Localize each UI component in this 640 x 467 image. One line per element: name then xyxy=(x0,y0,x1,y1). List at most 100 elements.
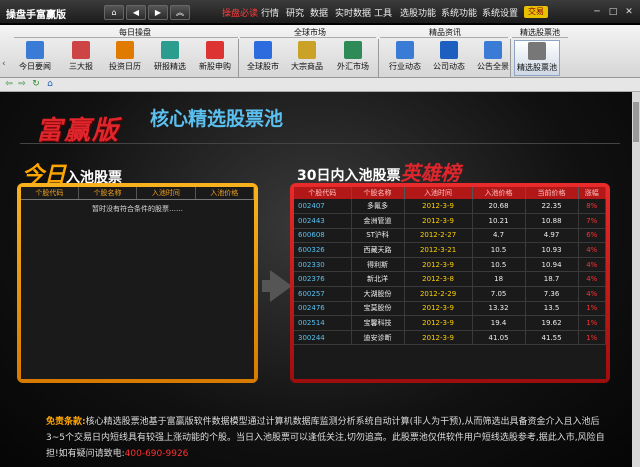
column-header[interactable]: 个股名称 xyxy=(78,187,138,200)
toolbar-button-label: 外汇市场 xyxy=(337,62,369,71)
table-cell: 22.35 xyxy=(525,199,579,215)
hero-heading-small: 30日内入池股票 xyxy=(297,168,401,184)
column-header[interactable]: 入池价格 xyxy=(195,187,254,200)
column-header[interactable]: 入池价格 xyxy=(472,187,526,199)
toolbar-button-11[interactable]: 精选股票池 xyxy=(514,40,560,76)
toolbar-button-label: 公司动态 xyxy=(433,62,465,71)
table-cell: 600326 xyxy=(294,242,352,258)
toolbar-button-6[interactable]: 大宗商品 xyxy=(284,40,330,76)
industry-icon xyxy=(396,41,414,59)
report-icon xyxy=(72,41,90,59)
close-icon[interactable]: ✕ xyxy=(622,6,636,18)
table-cell: 002407 xyxy=(294,199,352,215)
forward-arrow-icon[interactable]: ▶ xyxy=(148,5,168,20)
trade-badge-button[interactable]: 交易 xyxy=(524,6,548,18)
table-cell: 002330 xyxy=(294,257,352,273)
table-cell: 2012-3-9 xyxy=(404,315,473,331)
table-row[interactable]: 600608 ST沪科 2012-2-27 4.7 4.97 6% xyxy=(294,228,606,244)
toolbar-button-label: 研报精选 xyxy=(154,62,186,71)
group-divider xyxy=(240,37,376,38)
column-header[interactable]: 入池时间 xyxy=(136,187,196,200)
company-icon xyxy=(440,41,458,59)
table-cell: 600608 xyxy=(294,228,352,244)
home-page-icon[interactable]: ⌂ xyxy=(44,79,56,90)
forward-icon[interactable]: ⇨ xyxy=(16,79,28,90)
commodity-icon xyxy=(298,41,316,59)
column-header[interactable]: 个股代码 xyxy=(294,187,352,199)
toolbar-button-4[interactable]: 新股申购 xyxy=(192,40,238,76)
table-cell: 得利斯 xyxy=(351,257,405,273)
table-cell: 002443 xyxy=(294,213,352,229)
menu-item-1[interactable]: 行情 xyxy=(261,6,279,19)
menu-item-8[interactable]: 系统设置 xyxy=(482,6,518,19)
disclaimer-phone: 400-690-9926 xyxy=(124,449,189,459)
table-cell: 4% xyxy=(578,286,606,302)
table-row[interactable]: 600326 西藏天路 2012-3-21 10.5 10.93 4% xyxy=(294,242,606,258)
toolbar-scroll-left-icon[interactable]: ‹ xyxy=(2,59,12,79)
toolbar-separator xyxy=(238,39,239,77)
column-header[interactable]: 入池时间 xyxy=(404,187,473,199)
table-cell: 41.05 xyxy=(472,330,526,346)
toolbar-button-label: 大宗商品 xyxy=(291,62,323,71)
group-divider xyxy=(14,37,238,38)
menu-item-7[interactable]: 系统功能 xyxy=(441,6,477,19)
table-cell: 1% xyxy=(578,301,606,317)
menu-item-5[interactable]: 工具 xyxy=(374,6,392,19)
menu-item-0[interactable]: 操盘必读 xyxy=(222,6,258,19)
table-row[interactable]: 002443 金洲管道 2012-3-9 10.21 10.88 7% xyxy=(294,213,606,229)
menu-item-6[interactable]: 选股功能 xyxy=(400,6,436,19)
table-row[interactable]: 002376 新北洋 2012-3-8 18 18.7 4% xyxy=(294,271,606,288)
table-cell: 2012-2-29 xyxy=(404,286,473,302)
group-divider xyxy=(380,37,508,38)
table-row[interactable]: 002407 多氟多 2012-3-9 20.68 22.35 8% xyxy=(294,199,606,215)
printer-icon xyxy=(528,42,546,60)
table-cell: 2012-3-9 xyxy=(404,330,473,346)
table-cell: 1% xyxy=(578,315,606,331)
table-row[interactable]: 002476 宝莫股份 2012-3-9 13.32 13.5 1% xyxy=(294,301,606,317)
table-row[interactable]: 300244 迪安诊断 2012-3-9 41.05 41.55 1% xyxy=(294,330,606,346)
home-icon[interactable]: ⌂ xyxy=(104,5,124,20)
table-cell: 300244 xyxy=(294,330,352,346)
toolbar-button-3[interactable]: 研报精选 xyxy=(147,40,193,76)
table-cell: 迪安诊断 xyxy=(351,330,405,346)
table-cell: 19.62 xyxy=(525,315,579,331)
table-cell: 2012-3-21 xyxy=(404,242,473,258)
table-cell: 18 xyxy=(472,271,526,288)
table-cell: 宝莫股份 xyxy=(351,301,405,317)
maximize-icon[interactable]: □ xyxy=(606,6,620,18)
toolbar-button-5[interactable]: 全球股市 xyxy=(240,40,286,76)
table-cell: 金洲管道 xyxy=(351,213,405,229)
column-header[interactable]: 个股代码 xyxy=(21,187,79,200)
column-header[interactable]: 当前价格 xyxy=(525,187,579,199)
brand-logo: 富赢版 xyxy=(36,116,121,146)
table-cell: 4% xyxy=(578,271,606,288)
scrollbar-thumb[interactable] xyxy=(633,102,639,142)
column-header[interactable]: 个股名称 xyxy=(351,187,405,199)
back-icon[interactable]: ⇦ xyxy=(3,79,15,90)
table-row[interactable]: 002330 得利斯 2012-3-9 10.5 10.94 4% xyxy=(294,257,606,273)
refresh-icon[interactable]: ↻ xyxy=(30,79,42,90)
toolbar-button-7[interactable]: 外汇市场 xyxy=(330,40,376,76)
table-row[interactable]: 002514 宝馨科技 2012-3-9 19.4 19.62 1% xyxy=(294,315,606,331)
table-row[interactable]: 600257 大湖股份 2012-2-29 7.05 7.36 4% xyxy=(294,286,606,302)
disclaimer-label: 免责条款: xyxy=(46,417,86,427)
up-chevron-icon[interactable]: ︽ xyxy=(170,5,190,20)
table-cell: 10.88 xyxy=(525,213,579,229)
table-cell: 13.5 xyxy=(525,301,579,317)
table-cell: 18.7 xyxy=(525,271,579,288)
table-cell: 7.05 xyxy=(472,286,526,302)
toolbar-button-0[interactable]: 今日要闻 xyxy=(12,40,58,76)
table-cell: 多氟多 xyxy=(351,199,405,215)
vertical-scrollbar[interactable] xyxy=(632,92,640,467)
menu-item-2[interactable]: 研究 xyxy=(286,6,304,19)
table-cell: 19.4 xyxy=(472,315,526,331)
menu-item-4[interactable]: 实时数据 xyxy=(335,6,371,19)
column-header[interactable]: 涨幅 xyxy=(578,187,606,199)
back-arrow-icon[interactable]: ◀ xyxy=(126,5,146,20)
toolbar-button-8[interactable]: 行业动态 xyxy=(382,40,428,76)
minimize-icon[interactable]: ─ xyxy=(590,6,604,18)
toolbar-button-1[interactable]: 三大报 xyxy=(58,40,104,76)
toolbar-button-2[interactable]: 投资日历 xyxy=(102,40,148,76)
menu-item-3[interactable]: 数据 xyxy=(310,6,328,19)
toolbar-button-9[interactable]: 公司动态 xyxy=(426,40,472,76)
